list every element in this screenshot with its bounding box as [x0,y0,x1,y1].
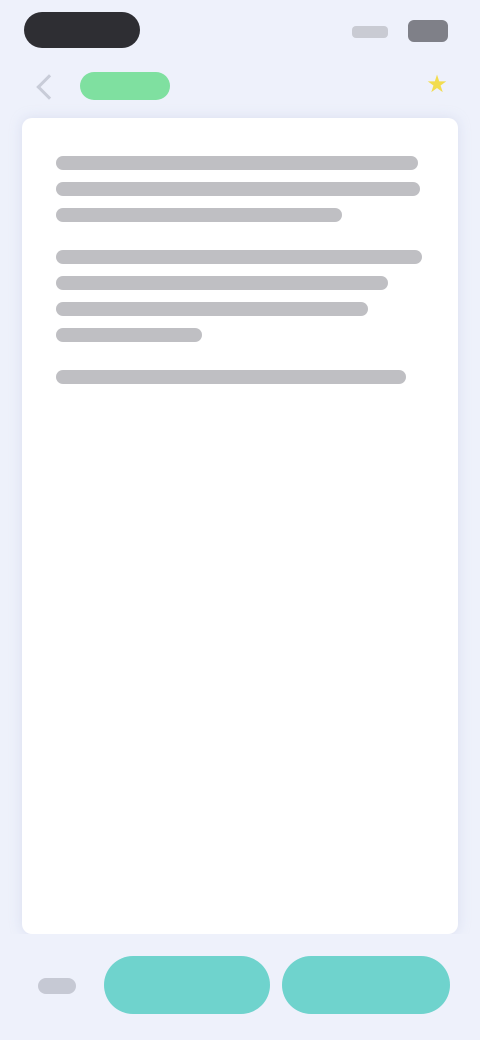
text-line [56,156,418,170]
text-line [56,182,420,196]
bottom-action-bar [0,934,480,1040]
text-line [56,250,422,264]
text-line [56,208,342,222]
text-line [56,302,368,316]
right-action-button[interactable] [282,956,450,1014]
left-action-button[interactable] [104,956,270,1014]
text-line [56,328,202,342]
text-line [56,370,406,384]
status-bar [0,0,480,64]
status-tag [80,72,170,100]
battery-icon [408,20,448,42]
header: ★ [0,64,480,116]
counter [38,978,76,994]
chevron-left-icon[interactable] [36,74,62,100]
content-card [22,118,458,934]
dynamic-island [24,12,140,48]
text-line [56,276,388,290]
star-icon[interactable]: ★ [424,72,450,98]
signal-icon [352,26,388,38]
